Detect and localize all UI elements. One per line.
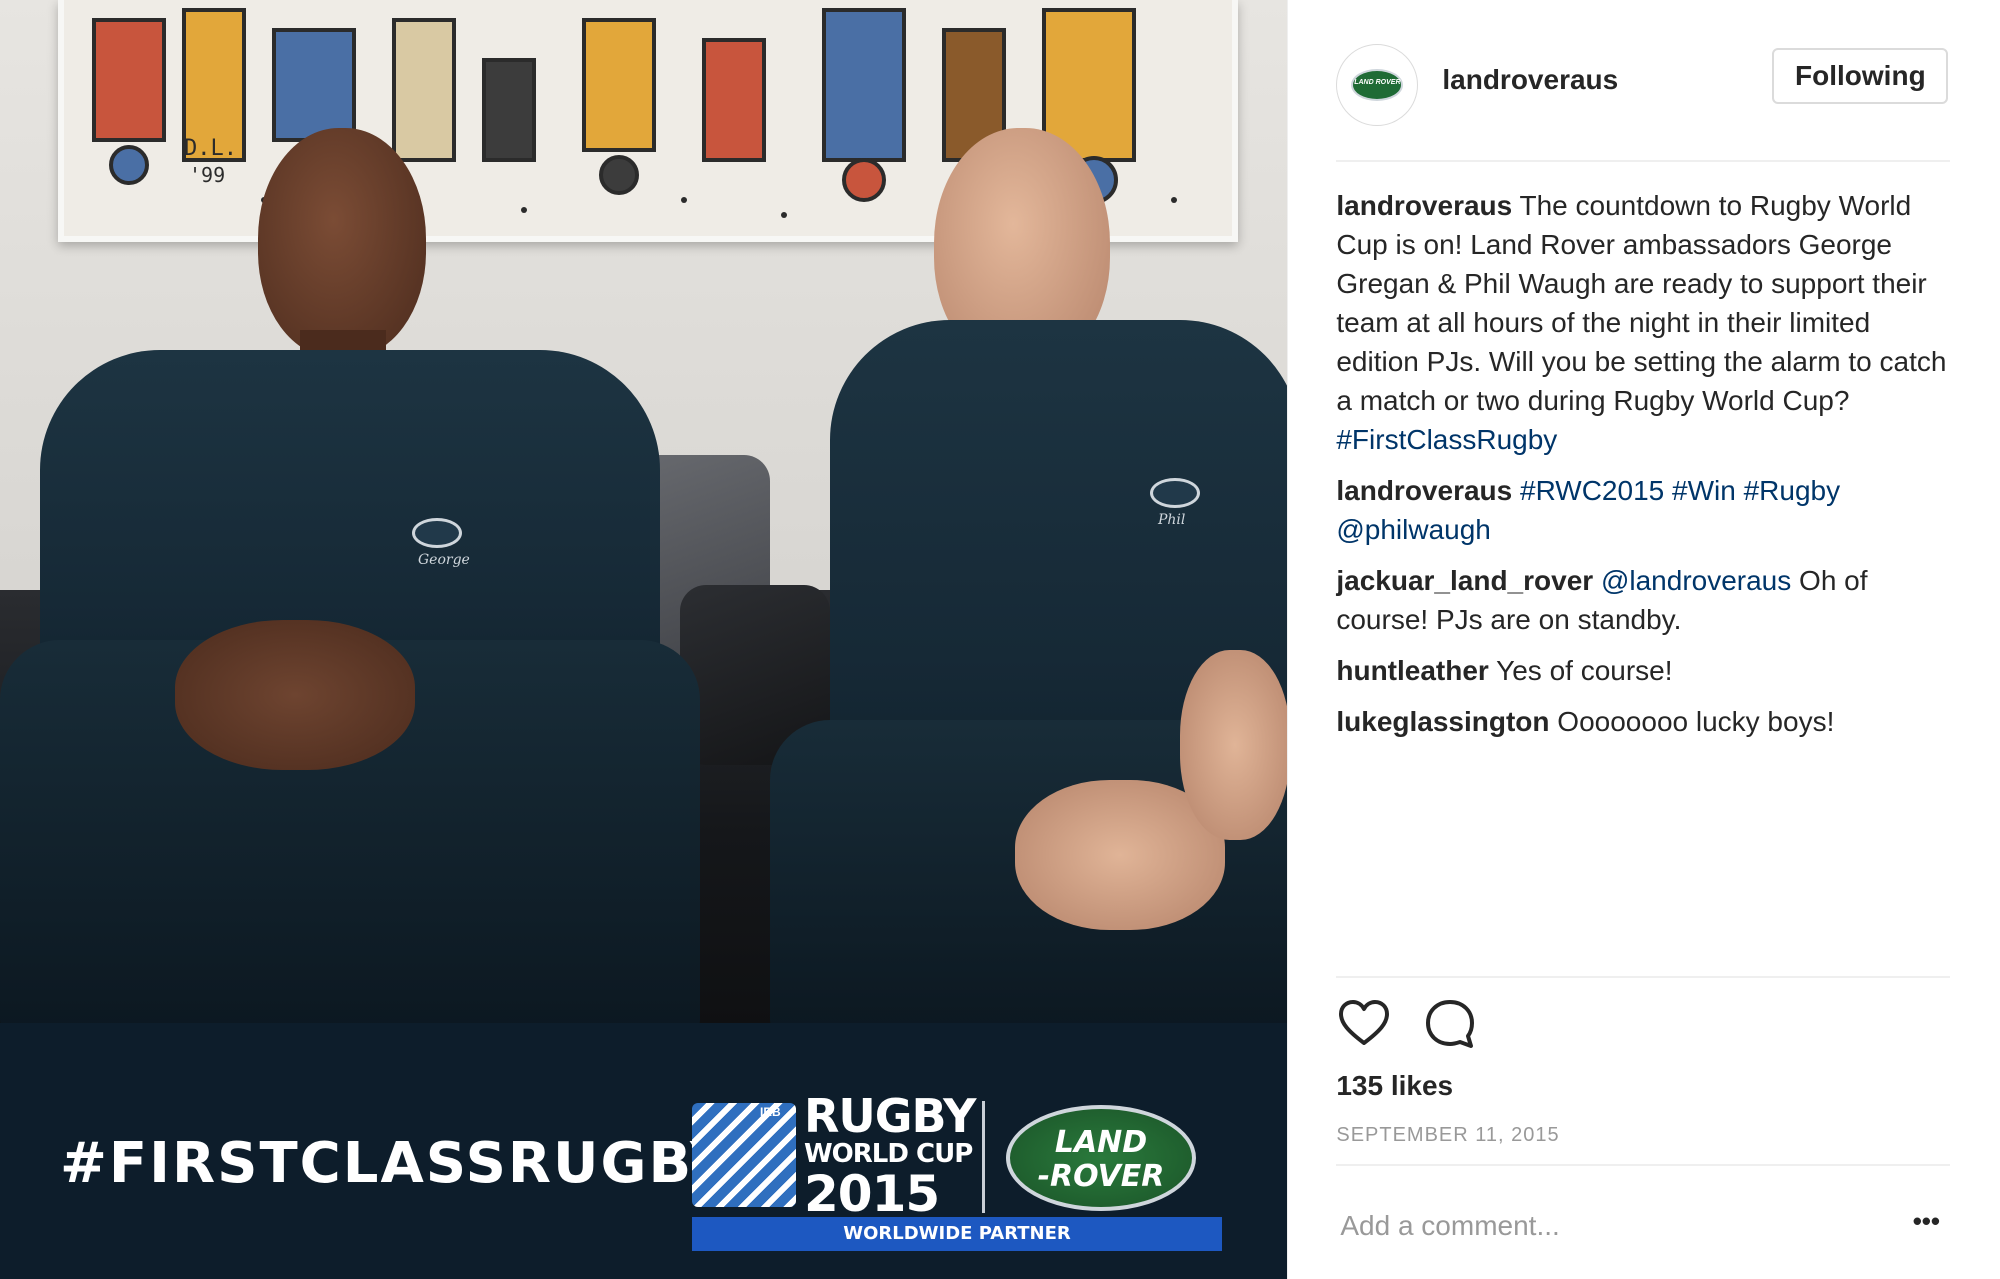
speech-bubble-icon[interactable] (1422, 996, 1478, 1052)
comment-item: landroveraus The countdown to Rugby Worl… (1336, 186, 1950, 459)
add-comment-input[interactable] (1340, 1206, 1881, 1246)
post-date: SEPTEMBER 11, 2015 (1336, 1124, 1560, 1146)
hashtag-link[interactable]: #Win (1672, 475, 1736, 506)
post-actions (1336, 996, 1950, 1056)
land-rover-logo-line1: LAND (1054, 1125, 1148, 1160)
comment-username[interactable]: landroveraus (1336, 475, 1512, 506)
more-options-icon[interactable]: ••• (1906, 1206, 1946, 1246)
worldwide-partner-bar: WORLDWIDE PARTNER (692, 1217, 1222, 1251)
painting-year: '99 (189, 163, 225, 187)
header-username[interactable]: landroveraus (1442, 64, 1618, 96)
rugby-world-cup-logo: IRB RUGBY WORLD CUP 2015 LAND -ROVER WOR… (692, 1081, 1222, 1253)
painting-initials: D.L. (184, 136, 237, 161)
avatar-logo-text: LAND ROVER (1354, 79, 1401, 86)
post-photo[interactable]: D.L. '99 George Phil #FIRSTCLASSRUGBY IR… (0, 0, 1288, 1279)
comment-divider (1336, 1164, 1951, 1166)
comment-username[interactable]: landroveraus (1336, 190, 1512, 221)
land-rover-avatar-logo: LAND ROVER (1351, 69, 1404, 101)
comment-item: jackuar_land_rover @landroveraus Oh of c… (1336, 561, 1950, 639)
post-panel: LAND ROVER landroveraus Following landro… (1287, 0, 2000, 1279)
hashtag-link[interactable]: #RWC2015 (1520, 475, 1664, 506)
comment-username[interactable]: huntleather (1336, 655, 1488, 686)
instagram-post: D.L. '99 George Phil #FIRSTCLASSRUGBY IR… (0, 0, 2000, 1279)
comment-text: Yes of course! (1496, 655, 1673, 686)
comment-text: The countdown to Rugby World Cup is on! … (1336, 190, 1947, 416)
heart-icon[interactable] (1336, 996, 1392, 1052)
comment-text: Oooooooo lucky boys! (1557, 706, 1835, 737)
comment-username[interactable]: lukeglassington (1336, 706, 1549, 737)
hashtag-link[interactable]: #FirstClassRugby (1336, 424, 1557, 455)
comment-item: lukeglassington Oooooooo lucky boys! (1336, 702, 1950, 741)
comment-item: huntleather Yes of course! (1336, 651, 1950, 690)
promo-banner: #FIRSTCLASSRUGBY IRB RUGBY WORLD CUP 201… (0, 1023, 1288, 1279)
rwc-line1: RUGBY (804, 1089, 976, 1143)
comment-item: landroveraus #RWC2015 #Win #Rugby @philw… (1336, 471, 1950, 549)
land-rover-logo-line2: -ROVER (1037, 1159, 1165, 1194)
shirt-name-left: George (418, 552, 470, 568)
rwc-line3: 2015 (804, 1165, 940, 1223)
hashtag-link[interactable]: #Rugby (1744, 475, 1841, 506)
land-rover-logo: LAND -ROVER (1006, 1105, 1196, 1211)
mention-link[interactable]: @philwaugh (1336, 514, 1491, 545)
rwc-irb-label: IRB (760, 1105, 781, 1119)
following-button[interactable]: Following (1772, 48, 1949, 104)
post-header: LAND ROVER landroveraus Following (1336, 44, 1950, 126)
avatar[interactable]: LAND ROVER (1336, 44, 1419, 126)
banner-hashtag: #FIRSTCLASSRUGBY (60, 1131, 733, 1196)
actions-divider (1336, 976, 1951, 978)
shirt-name-right: Phil (1158, 512, 1186, 528)
comment-username[interactable]: jackuar_land_rover (1336, 565, 1593, 596)
comment-list: landroveraus The countdown to Rugby Worl… (1336, 186, 1950, 753)
header-divider (1336, 160, 1951, 162)
logo-divider (982, 1101, 985, 1213)
mention-link[interactable]: @landroveraus (1601, 565, 1791, 596)
likes-count[interactable]: 135 likes (1336, 1070, 1453, 1102)
